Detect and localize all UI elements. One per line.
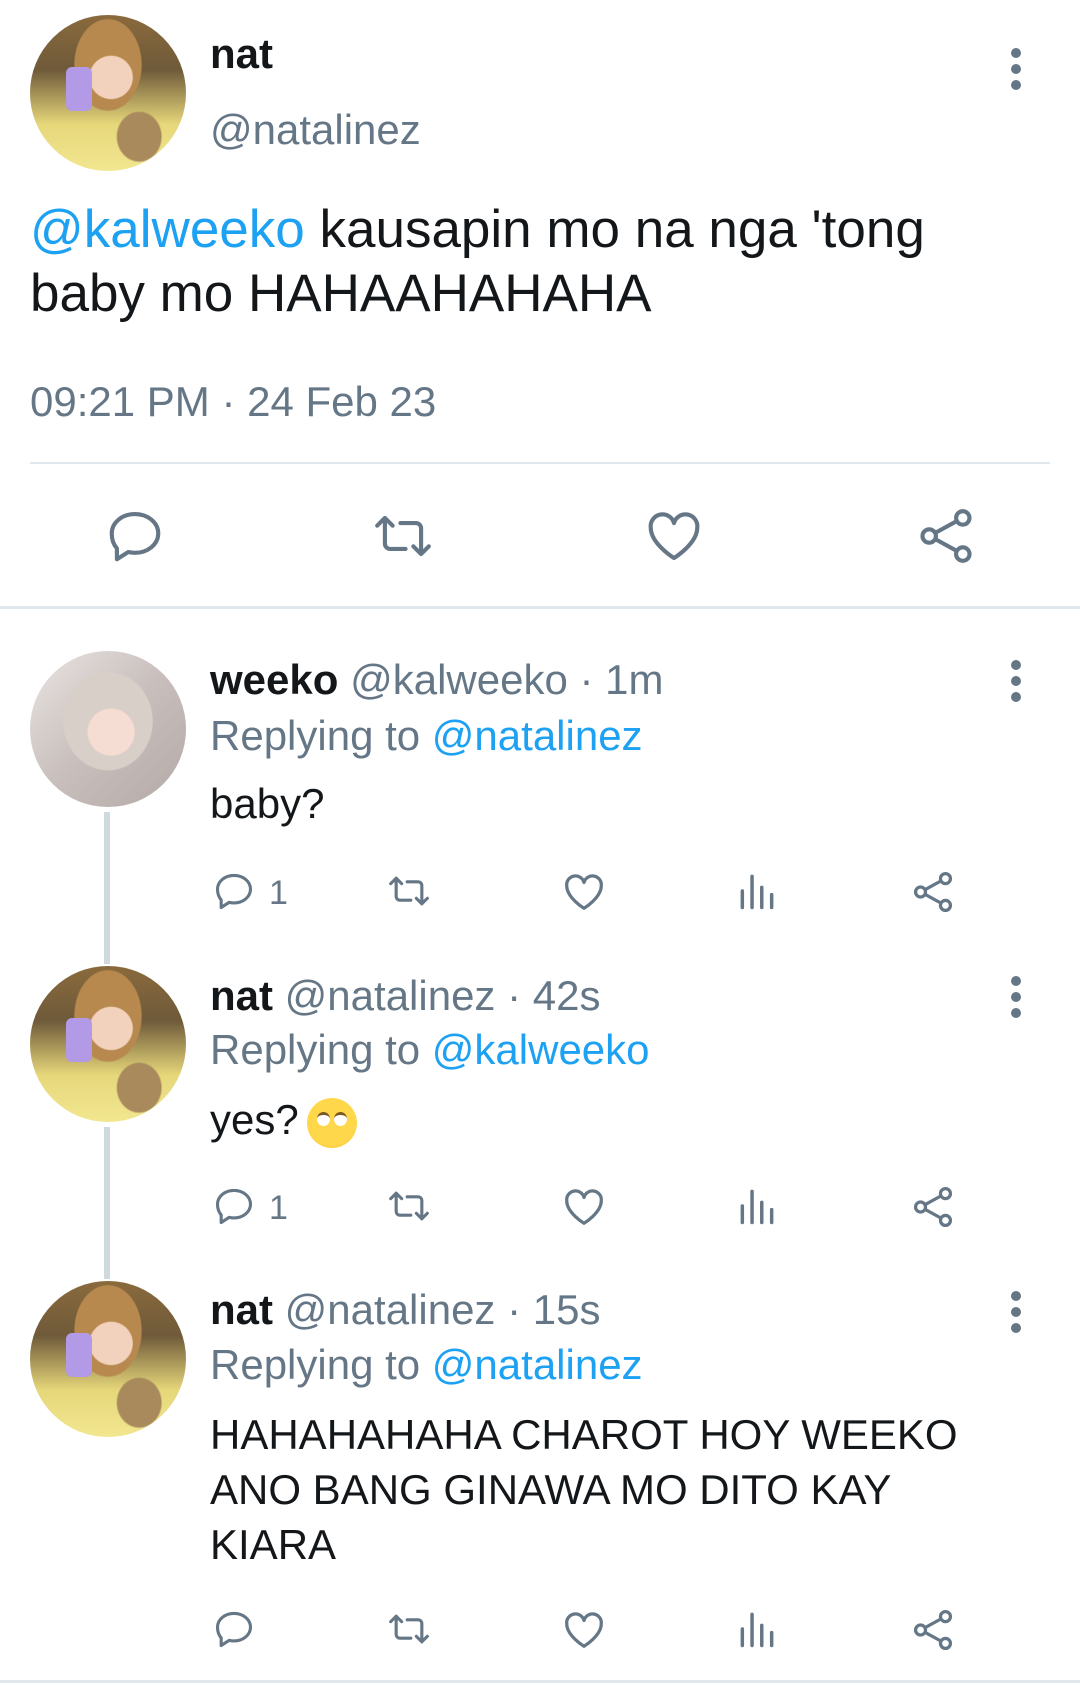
reply3-handle[interactable]: @natalinez <box>285 1286 496 1333</box>
reply2-time: · 42s <box>507 972 601 1019</box>
reply1-analytics-icon[interactable] <box>735 869 779 913</box>
reply2-reply-icon[interactable] <box>212 1184 256 1228</box>
reply2-avatar[interactable] <box>30 966 186 1122</box>
reply3-replying-prefix: Replying to <box>210 1341 432 1388</box>
reply1-replying-prefix: Replying to <box>210 712 432 759</box>
reply3-like-icon[interactable] <box>561 1607 607 1653</box>
reply2-analytics-icon[interactable] <box>735 1184 779 1228</box>
reply2-header: nat @natalinez · 42s <box>210 972 600 1020</box>
reply2-text: yes? <box>210 1096 299 1143</box>
reply1-time: · 1m <box>579 656 664 703</box>
main-reply-icon[interactable] <box>104 505 166 567</box>
reply2-text-row: yes? <box>210 1092 357 1148</box>
reply1-reply-count: 1 <box>269 874 288 912</box>
reply1-text: baby? <box>210 780 325 827</box>
thread-line-1 <box>104 812 110 964</box>
reply1-reply-icon[interactable] <box>212 869 256 913</box>
reply3-text-line2: ANO BANG GINAWA MO DITO KAY <box>210 1466 892 1513</box>
main-tweet-more-icon[interactable] <box>1006 48 1026 96</box>
main-tweet-divider <box>30 462 1050 464</box>
reply3-text-line3: KIARA <box>210 1521 337 1568</box>
reply3-reply-icon[interactable] <box>212 1607 256 1651</box>
reply1-header: weeko @kalweeko · 1m <box>210 656 663 704</box>
reply2-share-icon[interactable] <box>910 1184 956 1230</box>
reply1-more-icon[interactable] <box>1006 660 1026 708</box>
reply1-retweet-icon[interactable] <box>385 869 433 913</box>
reply3-share-icon[interactable] <box>910 1607 956 1653</box>
reply3-time: · 15s <box>507 1286 601 1333</box>
reply3-header: nat @natalinez · 15s <box>210 1286 600 1334</box>
reply1-share-icon[interactable] <box>910 869 956 915</box>
main-tweet-avatar[interactable] <box>30 15 186 171</box>
reply3-replying-mention[interactable]: @natalinez <box>432 1341 643 1388</box>
reply3-avatar[interactable] <box>30 1281 186 1437</box>
reply1-handle[interactable]: @kalweeko <box>350 656 568 703</box>
main-tweet-text: @kalweeko kausapin mo na nga 'tong baby … <box>30 198 1060 326</box>
main-like-icon[interactable] <box>643 505 705 567</box>
main-tweet-text-line1: kausapin mo na nga 'tong <box>304 200 925 259</box>
reply3-text: HAHAHAHAHA CHAROT HOY WEEKO ANO BANG GIN… <box>210 1407 1050 1572</box>
reply1-name[interactable]: weeko <box>210 656 338 703</box>
main-tweet-handle[interactable]: @natalinez <box>210 106 421 154</box>
reply3-text-line1: HAHAHAHAHA CHAROT HOY WEEKO <box>210 1411 958 1458</box>
bottom-divider <box>0 1680 1080 1683</box>
reply2-more-icon[interactable] <box>1006 976 1026 1024</box>
reply3-name[interactable]: nat <box>210 1286 273 1333</box>
section-divider <box>0 606 1080 609</box>
reply3-retweet-icon[interactable] <box>385 1607 433 1651</box>
reply3-analytics-icon[interactable] <box>735 1607 779 1651</box>
reply2-handle[interactable]: @natalinez <box>285 972 496 1019</box>
main-retweet-icon[interactable] <box>370 505 436 567</box>
reply3-more-icon[interactable] <box>1006 1291 1026 1339</box>
rolling-eyes-emoji-icon <box>306 1097 357 1148</box>
reply2-like-icon[interactable] <box>561 1184 607 1230</box>
reply3-replying-to: Replying to @natalinez <box>210 1341 643 1389</box>
reply1-replying-mention[interactable]: @natalinez <box>432 712 643 759</box>
main-tweet-mention[interactable]: @kalweeko <box>30 200 305 259</box>
reply2-name[interactable]: nat <box>210 972 273 1019</box>
thread-line-2 <box>104 1127 110 1279</box>
reply2-retweet-icon[interactable] <box>385 1184 433 1228</box>
reply1-replying-to: Replying to @natalinez <box>210 712 643 760</box>
reply2-replying-prefix: Replying to <box>210 1026 432 1073</box>
reply1-avatar[interactable] <box>30 651 186 807</box>
reply2-replying-mention[interactable]: @kalweeko <box>432 1026 650 1073</box>
main-tweet-text-line2: baby mo HAHAAHAHAHA <box>30 264 652 323</box>
reply2-reply-count: 1 <box>269 1189 288 1227</box>
reply1-like-icon[interactable] <box>561 869 607 915</box>
main-tweet-name[interactable]: nat <box>210 30 273 78</box>
reply2-replying-to: Replying to @kalweeko <box>210 1026 650 1074</box>
main-tweet-timestamp: 09:21 PM · 24 Feb 23 <box>30 378 437 425</box>
main-share-icon[interactable] <box>915 505 977 567</box>
